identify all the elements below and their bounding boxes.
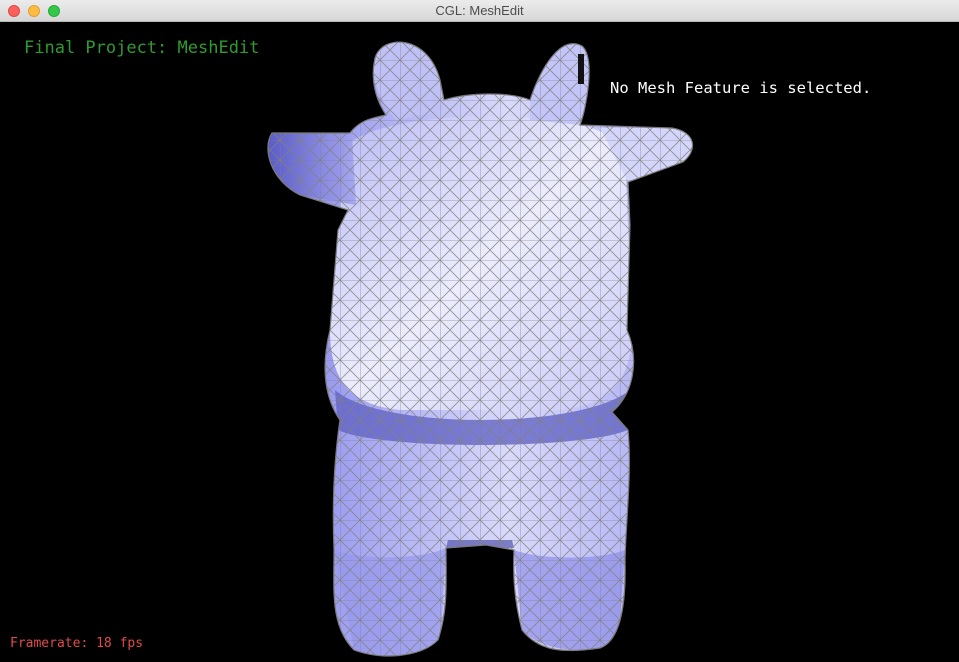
app-window: CGL: MeshEdit Final Project: MeshEdit No… (0, 0, 959, 662)
title-bar[interactable]: CGL: MeshEdit (0, 0, 959, 22)
framerate-readout: Framerate: 18 fps (10, 636, 144, 651)
selection-status: No Mesh Feature is selected. (610, 79, 872, 97)
cow-mesh-render[interactable] (0, 22, 959, 662)
window-title: CGL: MeshEdit (435, 3, 524, 18)
render-viewport[interactable]: Final Project: MeshEdit No Mesh Feature … (0, 22, 959, 662)
project-title: Final Project: MeshEdit (24, 38, 260, 58)
